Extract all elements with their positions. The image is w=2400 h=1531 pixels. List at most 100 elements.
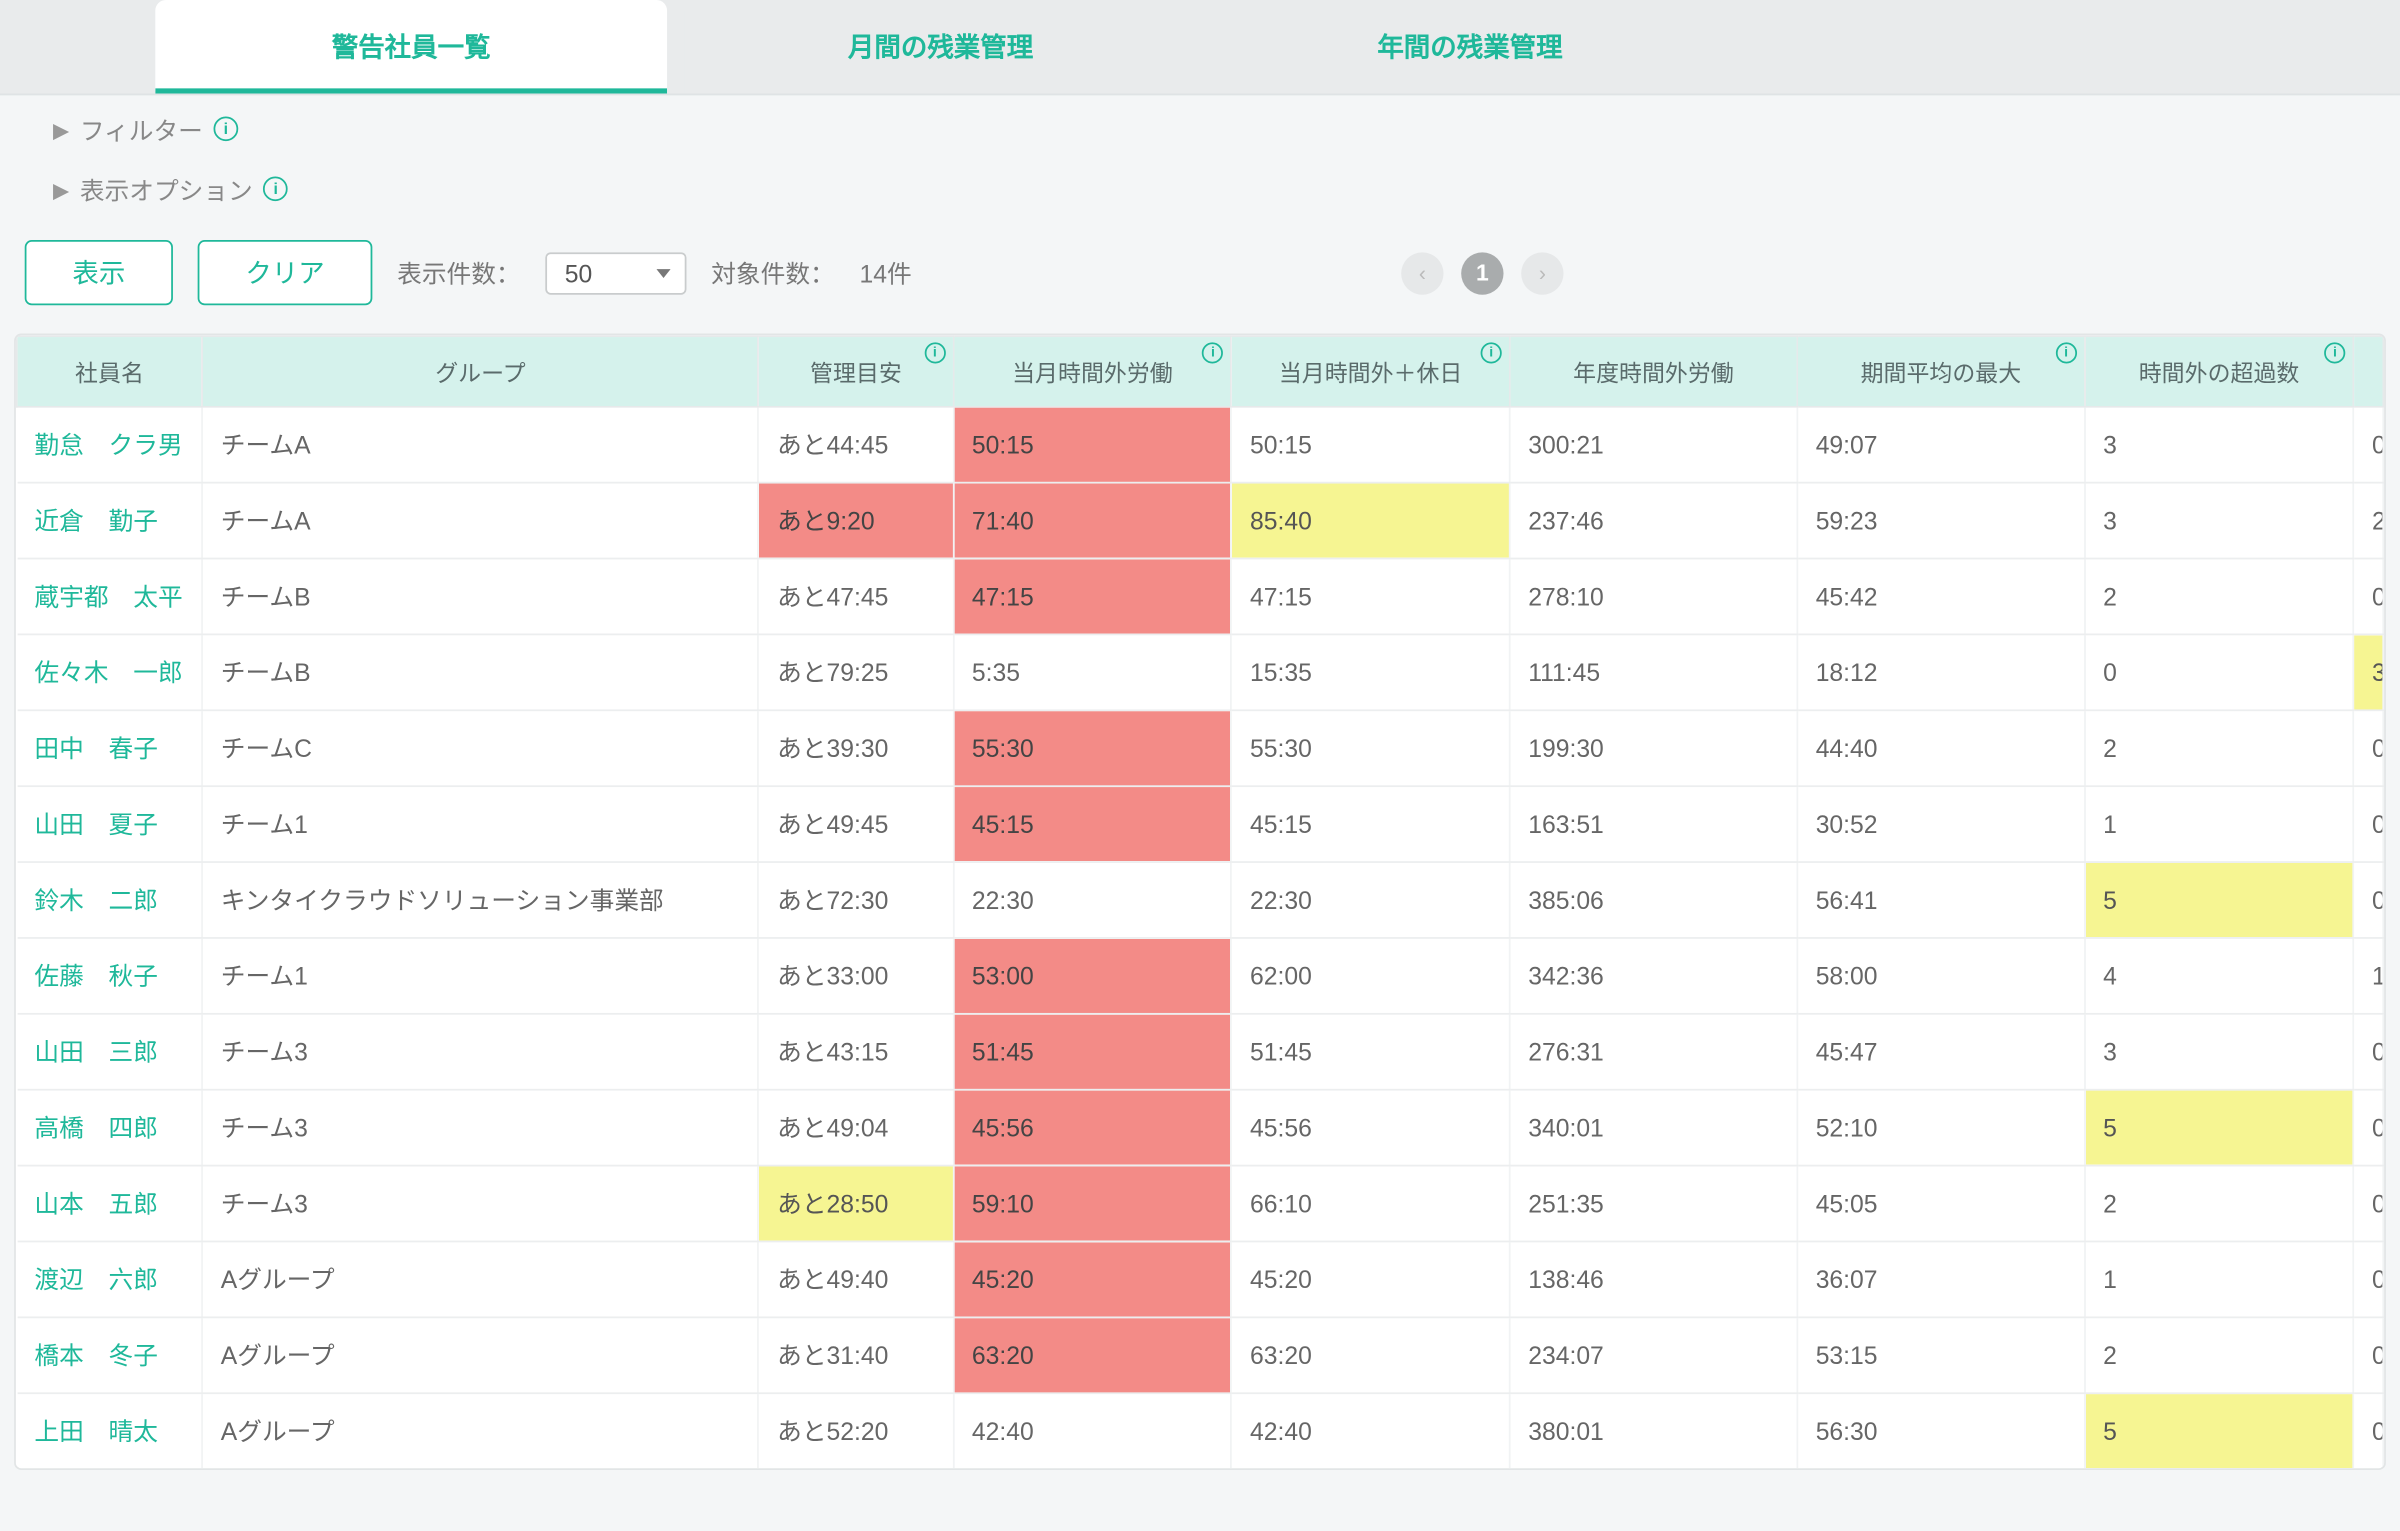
- chevron-right-icon: ▶: [53, 178, 69, 203]
- yr-cell: 300:21: [1510, 407, 1797, 483]
- tab-warning-employees[interactable]: 警告社員一覧: [155, 0, 667, 94]
- tab-yearly-overtime[interactable]: 年間の残業管理: [1214, 0, 1726, 94]
- employee-name-cell: 近倉 勤子: [17, 483, 202, 559]
- ext-cell: 0: [2354, 1393, 2384, 1468]
- table-row: 田中 春子チームCあと39:3055:3055:30199:3044:4020: [17, 710, 2383, 786]
- column-header-label: 時間外の超過数: [2139, 360, 2300, 386]
- employee-link[interactable]: 佐藤 秋子: [34, 962, 158, 990]
- column-header-name[interactable]: 社員名: [17, 336, 202, 407]
- chevron-down-icon: [657, 268, 671, 277]
- avg-cell: 45:42: [1797, 559, 2084, 635]
- yr-cell: 111:45: [1510, 634, 1797, 710]
- pager-next[interactable]: ›: [1521, 251, 1563, 293]
- column-header-group[interactable]: グループ: [202, 336, 758, 407]
- ext-cell: 0: [2354, 710, 2384, 786]
- info-icon[interactable]: [1202, 342, 1223, 363]
- employee-name-cell: 佐々木 一郎: [17, 634, 202, 710]
- ov-cell: 5:35: [953, 634, 1231, 710]
- info-icon[interactable]: [263, 176, 288, 201]
- pager-prev[interactable]: ‹: [1401, 251, 1443, 293]
- pager: ‹ 1 ›: [1401, 251, 2375, 293]
- cnt-cell: 3: [2085, 1014, 2354, 1090]
- info-icon[interactable]: [2324, 342, 2345, 363]
- ov-cell: 63:20: [953, 1317, 1231, 1393]
- info-icon[interactable]: [213, 116, 238, 141]
- employee-link[interactable]: 橋本 冬子: [34, 1341, 158, 1369]
- column-header-cnt[interactable]: 時間外の超過数: [2085, 336, 2354, 407]
- table-row: 山田 夏子チーム1あと49:4545:1545:15163:5130:5210: [17, 786, 2383, 862]
- group-cell: Aグループ: [202, 1317, 758, 1393]
- avg-cell: 59:23: [1797, 483, 2084, 559]
- employee-name-cell: 上田 晴太: [17, 1393, 202, 1468]
- employee-overtime-table: 社員名グループ管理目安当月時間外労働当月時間外＋休日年度時間外労働期間平均の最大…: [14, 334, 2386, 1470]
- ext-cell: 1: [2354, 938, 2384, 1014]
- employee-name-cell: 渡辺 六郎: [17, 1241, 202, 1317]
- cnt-cell: 4: [2085, 938, 2354, 1014]
- column-header-avg[interactable]: 期間平均の最大: [1797, 336, 2084, 407]
- mgmt-cell: あと39:30: [759, 710, 954, 786]
- info-icon[interactable]: [2055, 342, 2076, 363]
- column-header-mgmt[interactable]: 管理目安: [759, 336, 954, 407]
- employee-link[interactable]: 田中 春子: [34, 734, 158, 762]
- ov-cell: 45:56: [953, 1090, 1231, 1166]
- employee-link[interactable]: 蔵宇都 太平: [34, 582, 182, 610]
- employee-link[interactable]: 山本 五郎: [34, 1189, 158, 1217]
- employee-name-cell: 田中 春子: [17, 710, 202, 786]
- ov-cell: 55:30: [953, 710, 1231, 786]
- pager-current[interactable]: 1: [1461, 251, 1503, 293]
- employee-link[interactable]: 鈴木 二郎: [34, 886, 158, 914]
- ov-cell: 53:00: [953, 938, 1231, 1014]
- employee-link[interactable]: 勤怠 クラ男: [34, 431, 182, 459]
- ovh-cell: 62:00: [1232, 938, 1510, 1014]
- ov-cell: 71:40: [953, 483, 1231, 559]
- group-cell: チーム3: [202, 1166, 758, 1242]
- ext-cell: 2: [2354, 483, 2384, 559]
- column-header-yr[interactable]: 年度時間外労働: [1510, 336, 1797, 407]
- per-page-select[interactable]: 50: [545, 251, 686, 293]
- mgmt-cell: あと49:04: [759, 1090, 954, 1166]
- yr-cell: 278:10: [1510, 559, 1797, 635]
- clear-button[interactable]: クリア: [198, 240, 373, 305]
- cnt-cell: 2: [2085, 1166, 2354, 1242]
- yr-cell: 237:46: [1510, 483, 1797, 559]
- group-cell: チームA: [202, 407, 758, 483]
- column-header-ovh[interactable]: 当月時間外＋休日: [1232, 336, 1510, 407]
- avg-cell: 53:15: [1797, 1317, 2084, 1393]
- display-options-accordion[interactable]: ▶ 表示オプション: [0, 155, 2400, 215]
- ov-cell: 59:10: [953, 1166, 1231, 1242]
- ext-cell: 0: [2354, 407, 2384, 483]
- ext-cell: 0: [2354, 1090, 2384, 1166]
- controls-row: 表示 クリア 表示件数： 50 対象件数： 14件 ‹ 1 ›: [0, 215, 2400, 323]
- filter-accordion[interactable]: ▶ フィルター: [0, 95, 2400, 155]
- tab-monthly-overtime[interactable]: 月間の残業管理: [685, 0, 1197, 94]
- employee-link[interactable]: 渡辺 六郎: [34, 1265, 158, 1293]
- table-row: 上田 晴太Aグループあと52:2042:4042:40380:0156:3050: [17, 1393, 2383, 1468]
- ext-cell: 0: [2354, 1241, 2384, 1317]
- table-row: 山田 三郎チーム3あと43:1551:4551:45276:3145:4730: [17, 1014, 2383, 1090]
- employee-link[interactable]: 近倉 勤子: [34, 506, 158, 534]
- mgmt-cell: あと79:25: [759, 634, 954, 710]
- avg-cell: 49:07: [1797, 407, 2084, 483]
- employee-link[interactable]: 高橋 四郎: [34, 1114, 158, 1142]
- avg-cell: 18:12: [1797, 634, 2084, 710]
- ovh-cell: 66:10: [1232, 1166, 1510, 1242]
- column-header-ext[interactable]: [2354, 336, 2384, 407]
- table-row: 勤怠 クラ男チームAあと44:4550:1550:15300:2149:0730: [17, 407, 2383, 483]
- chevron-right-icon: ▶: [53, 118, 69, 143]
- employee-link[interactable]: 山田 夏子: [34, 810, 158, 838]
- employee-link[interactable]: 佐々木 一郎: [34, 658, 182, 686]
- info-icon[interactable]: [1481, 342, 1502, 363]
- employee-link[interactable]: 上田 晴太: [34, 1417, 158, 1445]
- ovh-cell: 45:20: [1232, 1241, 1510, 1317]
- column-header-ov[interactable]: 当月時間外労働: [953, 336, 1231, 407]
- ovh-cell: 50:15: [1232, 407, 1510, 483]
- cnt-cell: 2: [2085, 559, 2354, 635]
- cnt-cell: 0: [2085, 634, 2354, 710]
- employee-link[interactable]: 山田 三郎: [34, 1038, 158, 1066]
- show-button[interactable]: 表示: [25, 240, 173, 305]
- ov-cell: 42:40: [953, 1393, 1231, 1468]
- table-row: 渡辺 六郎Aグループあと49:4045:2045:20138:4636:0710: [17, 1241, 2383, 1317]
- ov-cell: 51:45: [953, 1014, 1231, 1090]
- table-row: 高橋 四郎チーム3あと49:0445:5645:56340:0152:1050: [17, 1090, 2383, 1166]
- info-icon[interactable]: [924, 342, 945, 363]
